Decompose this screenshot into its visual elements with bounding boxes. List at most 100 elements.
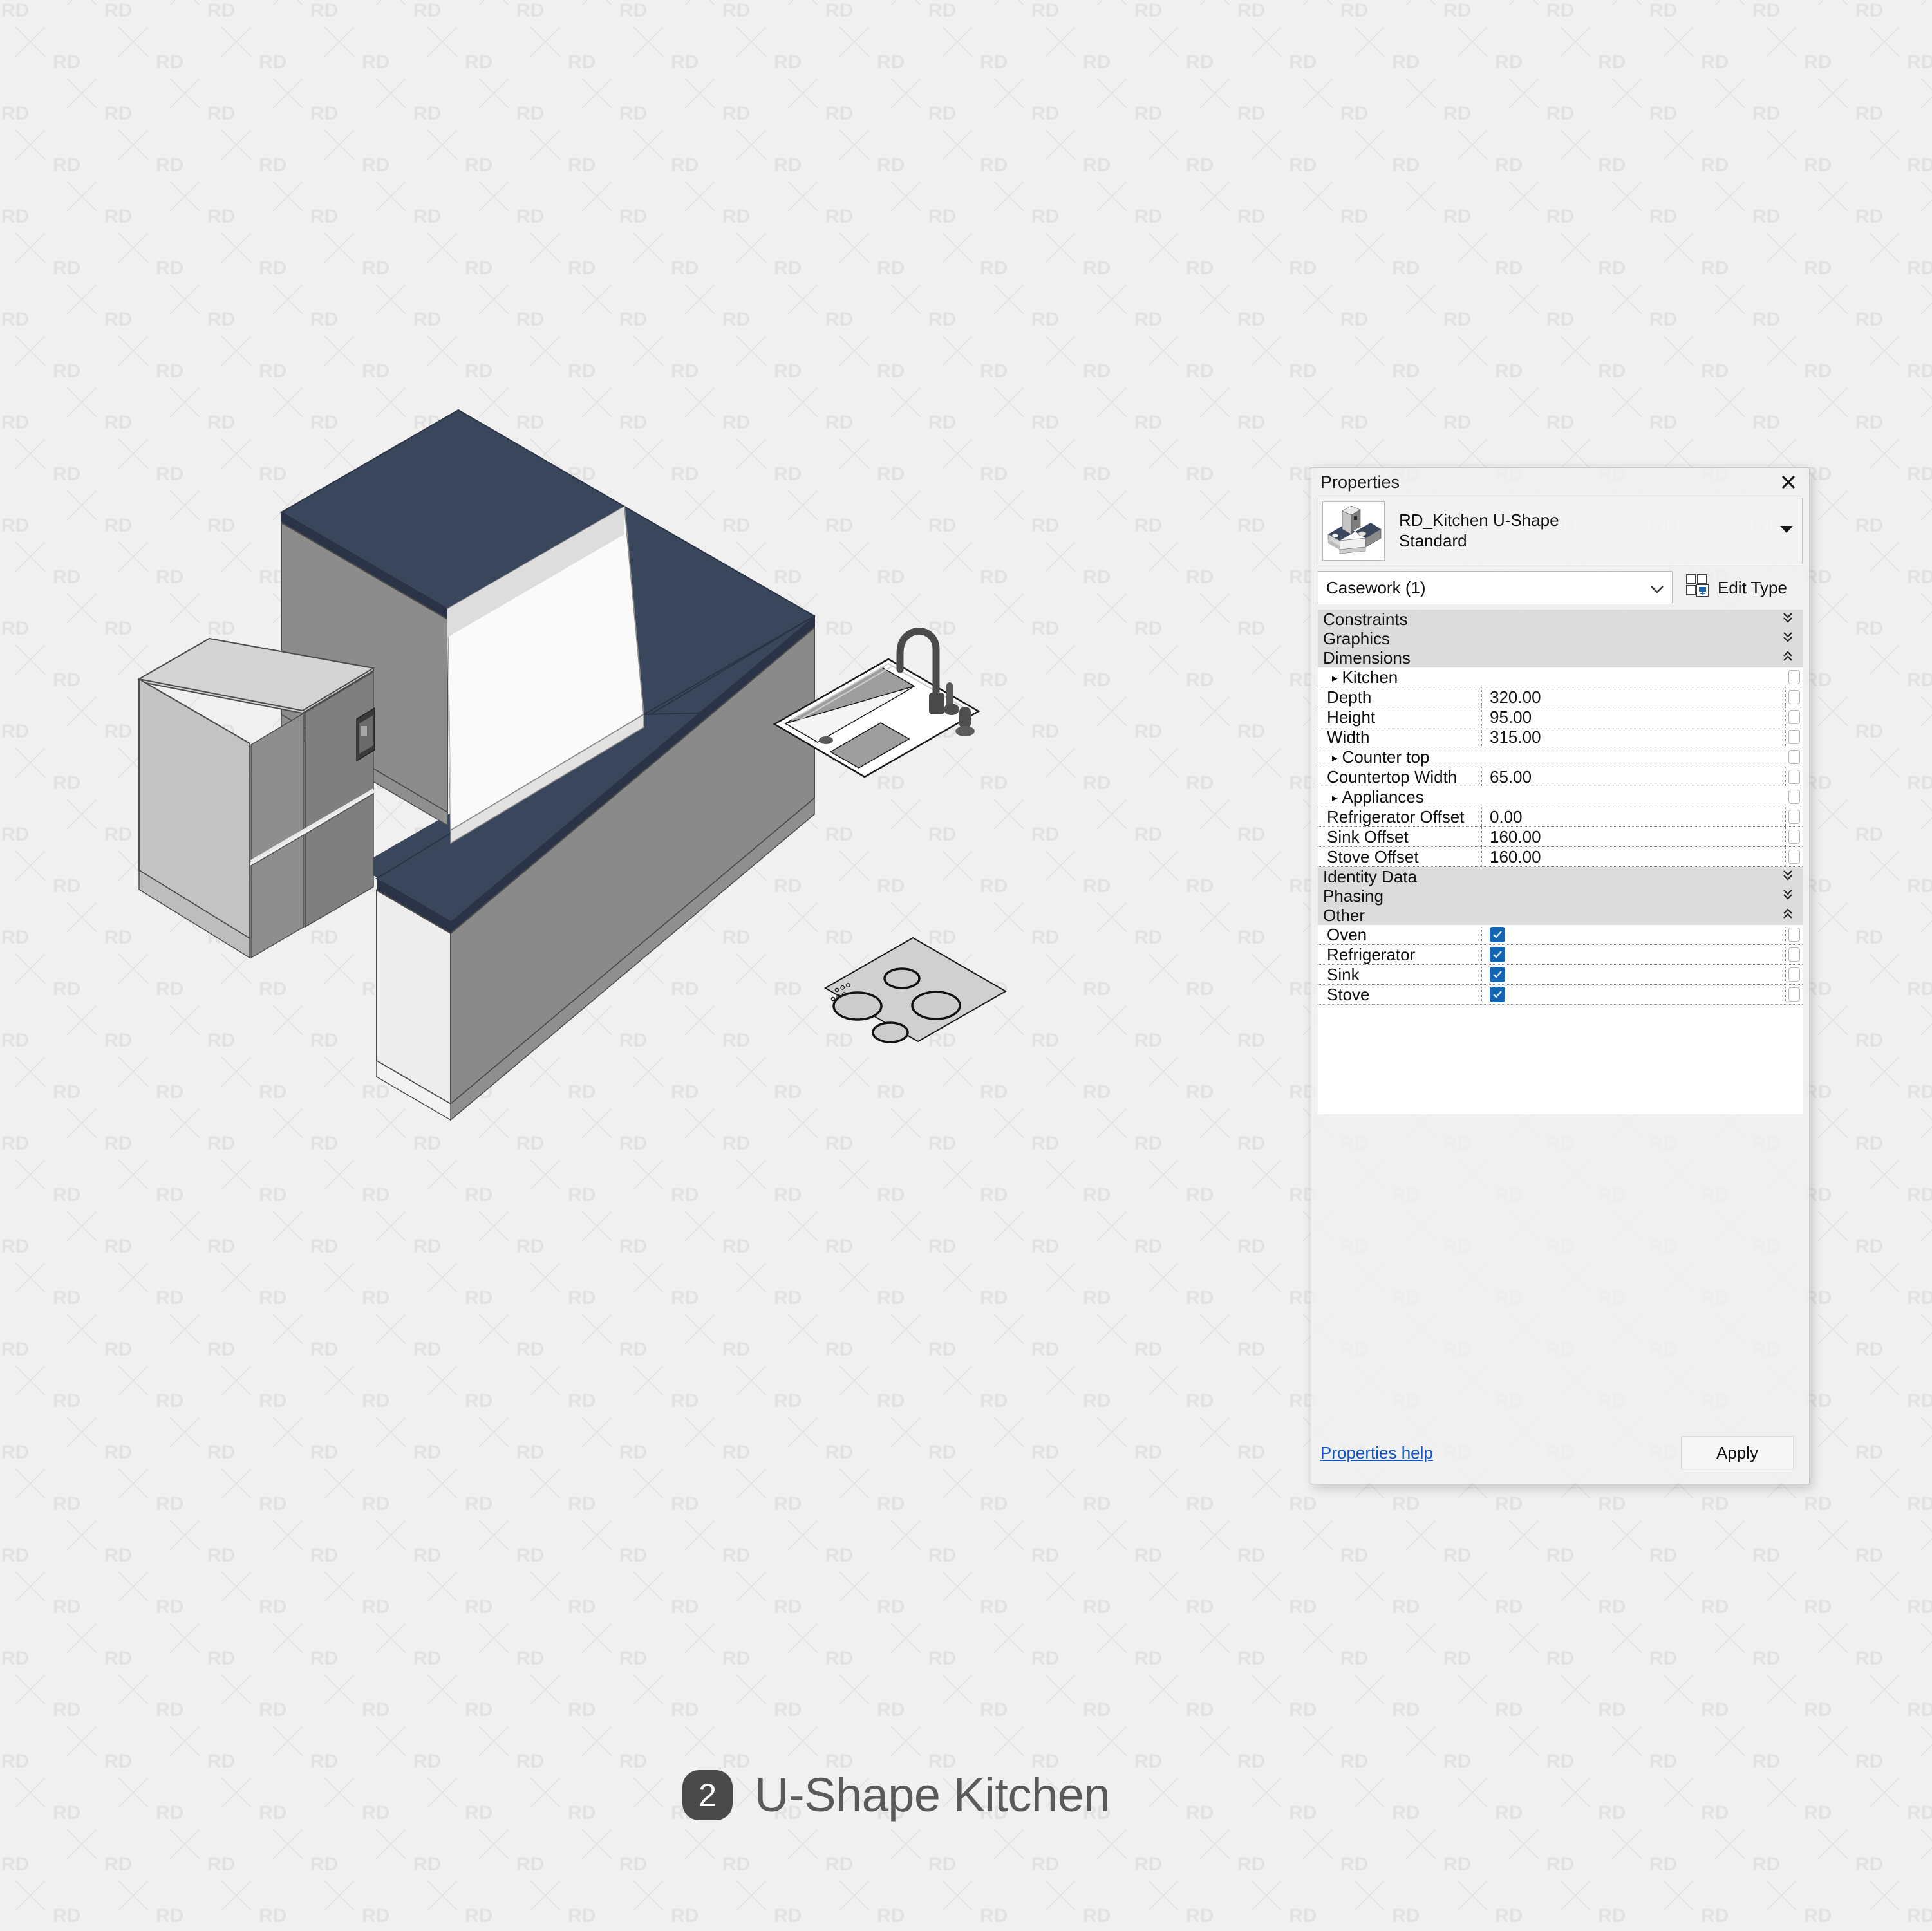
- edit-type-label: Edit Type: [1718, 577, 1787, 597]
- table-row[interactable]: Countertop Width 65.00: [1318, 767, 1803, 787]
- param-value[interactable]: [1481, 987, 1786, 1002]
- category-select-value: Casework (1): [1326, 577, 1426, 597]
- chevron-double-down-icon[interactable]: [1782, 869, 1794, 884]
- group-header-other[interactable]: Other: [1318, 906, 1803, 925]
- chevron-double-up-icon[interactable]: [1782, 908, 1794, 923]
- row-action[interactable]: [1786, 770, 1803, 784]
- group-label: Dimensions: [1323, 648, 1411, 667]
- param-value[interactable]: 160.00: [1481, 846, 1786, 867]
- dimensions-rows: ▸ Kitchen Depth 320.00 Height 95.00 Width…: [1318, 667, 1803, 867]
- param-value[interactable]: 320.00: [1481, 687, 1786, 707]
- chevron-down-icon[interactable]: [1650, 578, 1664, 598]
- group-header-dimensions[interactable]: Dimensions: [1318, 648, 1803, 667]
- param-name: Sink Offset: [1327, 826, 1409, 846]
- burner-small-top: [883, 967, 921, 989]
- group-header-graphics[interactable]: Graphics: [1318, 629, 1803, 648]
- close-icon[interactable]: [1778, 472, 1799, 492]
- table-row[interactable]: ▸ Kitchen: [1318, 667, 1803, 687]
- figure-caption: 2 U-Shape Kitchen: [682, 1768, 1110, 1822]
- type-selector[interactable]: RD_Kitchen U-Shape Standard: [1318, 498, 1803, 564]
- burner-large-left: [832, 991, 883, 1021]
- properties-title: Properties: [1320, 472, 1400, 492]
- param-value[interactable]: 0.00: [1481, 807, 1786, 827]
- group-label: Phasing: [1323, 886, 1383, 906]
- table-row[interactable]: Height 95.00: [1318, 707, 1803, 727]
- row-action[interactable]: [1786, 710, 1803, 724]
- param-value[interactable]: 160.00: [1481, 826, 1786, 847]
- cooktop-plate: [823, 937, 1008, 1043]
- triangle-right-icon[interactable]: ▸: [1332, 792, 1338, 805]
- row-action[interactable]: [1786, 987, 1803, 1002]
- group-label: Graphics: [1323, 628, 1391, 648]
- row-action[interactable]: [1786, 670, 1803, 684]
- table-row[interactable]: Refrigerator Offset 0.00: [1318, 807, 1803, 827]
- type-family-label: RD_Kitchen U-Shape: [1399, 510, 1559, 530]
- chevron-down-icon[interactable]: [1780, 525, 1793, 537]
- param-value[interactable]: 95.00: [1481, 707, 1786, 727]
- param-name: ▸ Counter top: [1332, 747, 1430, 767]
- param-name: Oven: [1327, 924, 1367, 944]
- cooktop: [823, 937, 1008, 1043]
- category-select[interactable]: Casework (1): [1318, 571, 1673, 604]
- table-row[interactable]: Sink Offset 160.00: [1318, 826, 1803, 847]
- param-name: Stove: [1327, 984, 1370, 1004]
- checkbox-checked-icon[interactable]: [1490, 927, 1505, 942]
- param-name: Stove Offset: [1327, 846, 1419, 866]
- param-value[interactable]: [1481, 967, 1786, 982]
- param-name: ▸ Appliances: [1332, 787, 1424, 807]
- param-name: Height: [1327, 707, 1376, 727]
- row-action[interactable]: [1786, 830, 1803, 844]
- table-row[interactable]: Depth 320.00: [1318, 687, 1803, 707]
- param-value[interactable]: [1481, 947, 1786, 962]
- row-action[interactable]: [1786, 947, 1803, 962]
- faucet-base: [929, 693, 944, 714]
- triangle-right-icon[interactable]: ▸: [1332, 752, 1338, 765]
- row-action[interactable]: [1786, 810, 1803, 824]
- sink-drain: [819, 736, 833, 744]
- row-action[interactable]: [1786, 690, 1803, 704]
- param-name: Countertop Width: [1327, 767, 1458, 787]
- chevron-double-down-icon[interactable]: [1782, 631, 1794, 646]
- kitchen-3d-viewport: [0, 0, 1313, 1609]
- checkbox-checked-icon[interactable]: [1490, 987, 1505, 1002]
- row-action[interactable]: [1786, 850, 1803, 864]
- row-action[interactable]: [1786, 790, 1803, 804]
- parameter-table[interactable]: Constraints Graphics Dimensions ▸ Kitche…: [1318, 610, 1803, 1005]
- param-value[interactable]: 65.00: [1481, 767, 1786, 787]
- row-action[interactable]: [1786, 730, 1803, 744]
- group-header-phasing[interactable]: Phasing: [1318, 886, 1803, 906]
- table-row[interactable]: Width 315.00: [1318, 727, 1803, 747]
- chevron-double-up-icon[interactable]: [1782, 650, 1794, 666]
- table-row[interactable]: Refrigerator: [1318, 944, 1803, 964]
- param-name: Sink: [1327, 964, 1360, 984]
- checkbox-checked-icon[interactable]: [1490, 947, 1505, 962]
- checkbox-checked-icon[interactable]: [1490, 967, 1505, 982]
- properties-help-link[interactable]: Properties help: [1320, 1443, 1433, 1463]
- type-variant-label: Standard: [1399, 531, 1467, 550]
- row-action[interactable]: [1786, 928, 1803, 942]
- chevron-double-down-icon[interactable]: [1782, 888, 1794, 904]
- table-row[interactable]: Sink: [1318, 964, 1803, 984]
- param-value[interactable]: [1481, 927, 1786, 942]
- type-name: RD_Kitchen U-Shape Standard: [1399, 510, 1559, 552]
- burner-large-right: [911, 991, 961, 1020]
- burner-small-bottom: [872, 1021, 909, 1043]
- triangle-right-icon[interactable]: ▸: [1332, 672, 1338, 685]
- param-value[interactable]: 315.00: [1481, 727, 1786, 747]
- chevron-double-down-icon[interactable]: [1782, 611, 1794, 627]
- properties-palette[interactable]: Properties RD_Kitchen U-Shape Standard C…: [1311, 467, 1810, 1484]
- table-row[interactable]: Stove Offset 160.00: [1318, 846, 1803, 867]
- row-action[interactable]: [1786, 750, 1803, 764]
- caption-number-badge: 2: [682, 1769, 733, 1820]
- apply-button[interactable]: Apply: [1681, 1436, 1794, 1469]
- group-header-constraints[interactable]: Constraints: [1318, 610, 1803, 629]
- row-action[interactable]: [1786, 967, 1803, 982]
- category-row[interactable]: Casework (1) Edit Type: [1318, 571, 1803, 604]
- table-row[interactable]: ▸ Counter top: [1318, 747, 1803, 767]
- table-row[interactable]: ▸ Appliances: [1318, 787, 1803, 807]
- group-header-identity-data[interactable]: Identity Data: [1318, 867, 1803, 886]
- edit-type-button[interactable]: Edit Type: [1673, 571, 1803, 604]
- param-name: Refrigerator Offset: [1327, 807, 1465, 826]
- table-row[interactable]: Oven: [1318, 925, 1803, 944]
- table-row[interactable]: Stove: [1318, 984, 1803, 1004]
